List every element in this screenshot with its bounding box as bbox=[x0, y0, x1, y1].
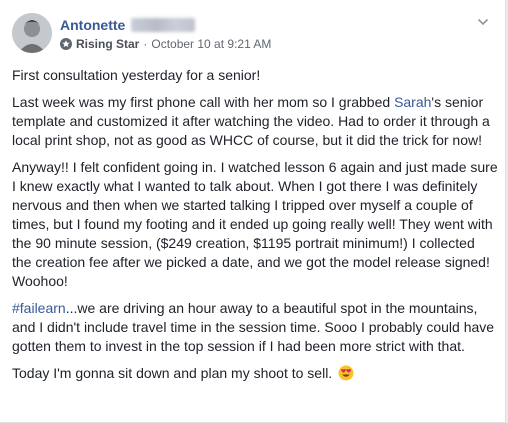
avatar-image bbox=[12, 13, 52, 53]
paragraph-text: Last week was my first phone call with h… bbox=[12, 94, 395, 110]
paragraph-text: Today I'm gonna sit down and plan my sho… bbox=[12, 365, 333, 381]
paragraph-text: ...we are driving an hour away to a beau… bbox=[12, 300, 495, 354]
post-body: First consultation yesterday for a senio… bbox=[12, 66, 498, 391]
post-paragraph: First consultation yesterday for a senio… bbox=[12, 67, 261, 83]
post-card: Antonette Rising Star · October 10 at 9:… bbox=[0, 0, 506, 423]
hashtag-link[interactable]: #failearn bbox=[12, 300, 66, 316]
heart-eyes-emoji-icon bbox=[338, 365, 354, 381]
author-name[interactable]: Antonette bbox=[60, 17, 125, 33]
author-row: Antonette bbox=[60, 16, 196, 34]
post-paragraph: Today I'm gonna sit down and plan my sho… bbox=[12, 364, 498, 383]
chevron-down-icon[interactable] bbox=[475, 14, 491, 30]
post-paragraph: Anyway!! I felt confident going in. I wa… bbox=[12, 159, 498, 289]
member-badge[interactable]: Rising Star bbox=[76, 37, 139, 51]
author-avatar[interactable] bbox=[12, 13, 52, 53]
post-paragraph: Last week was my first phone call with h… bbox=[12, 93, 498, 150]
meta-separator: · bbox=[143, 37, 148, 51]
mention-link[interactable]: Sarah bbox=[394, 94, 431, 110]
redacted-surname bbox=[131, 18, 196, 32]
post-meta: Rising Star · October 10 at 9:21 AM bbox=[60, 37, 271, 51]
post-paragraph: #failearn...we are driving an hour away … bbox=[12, 299, 498, 356]
post-timestamp[interactable]: October 10 at 9:21 AM bbox=[151, 37, 271, 51]
star-badge-icon bbox=[60, 38, 72, 50]
